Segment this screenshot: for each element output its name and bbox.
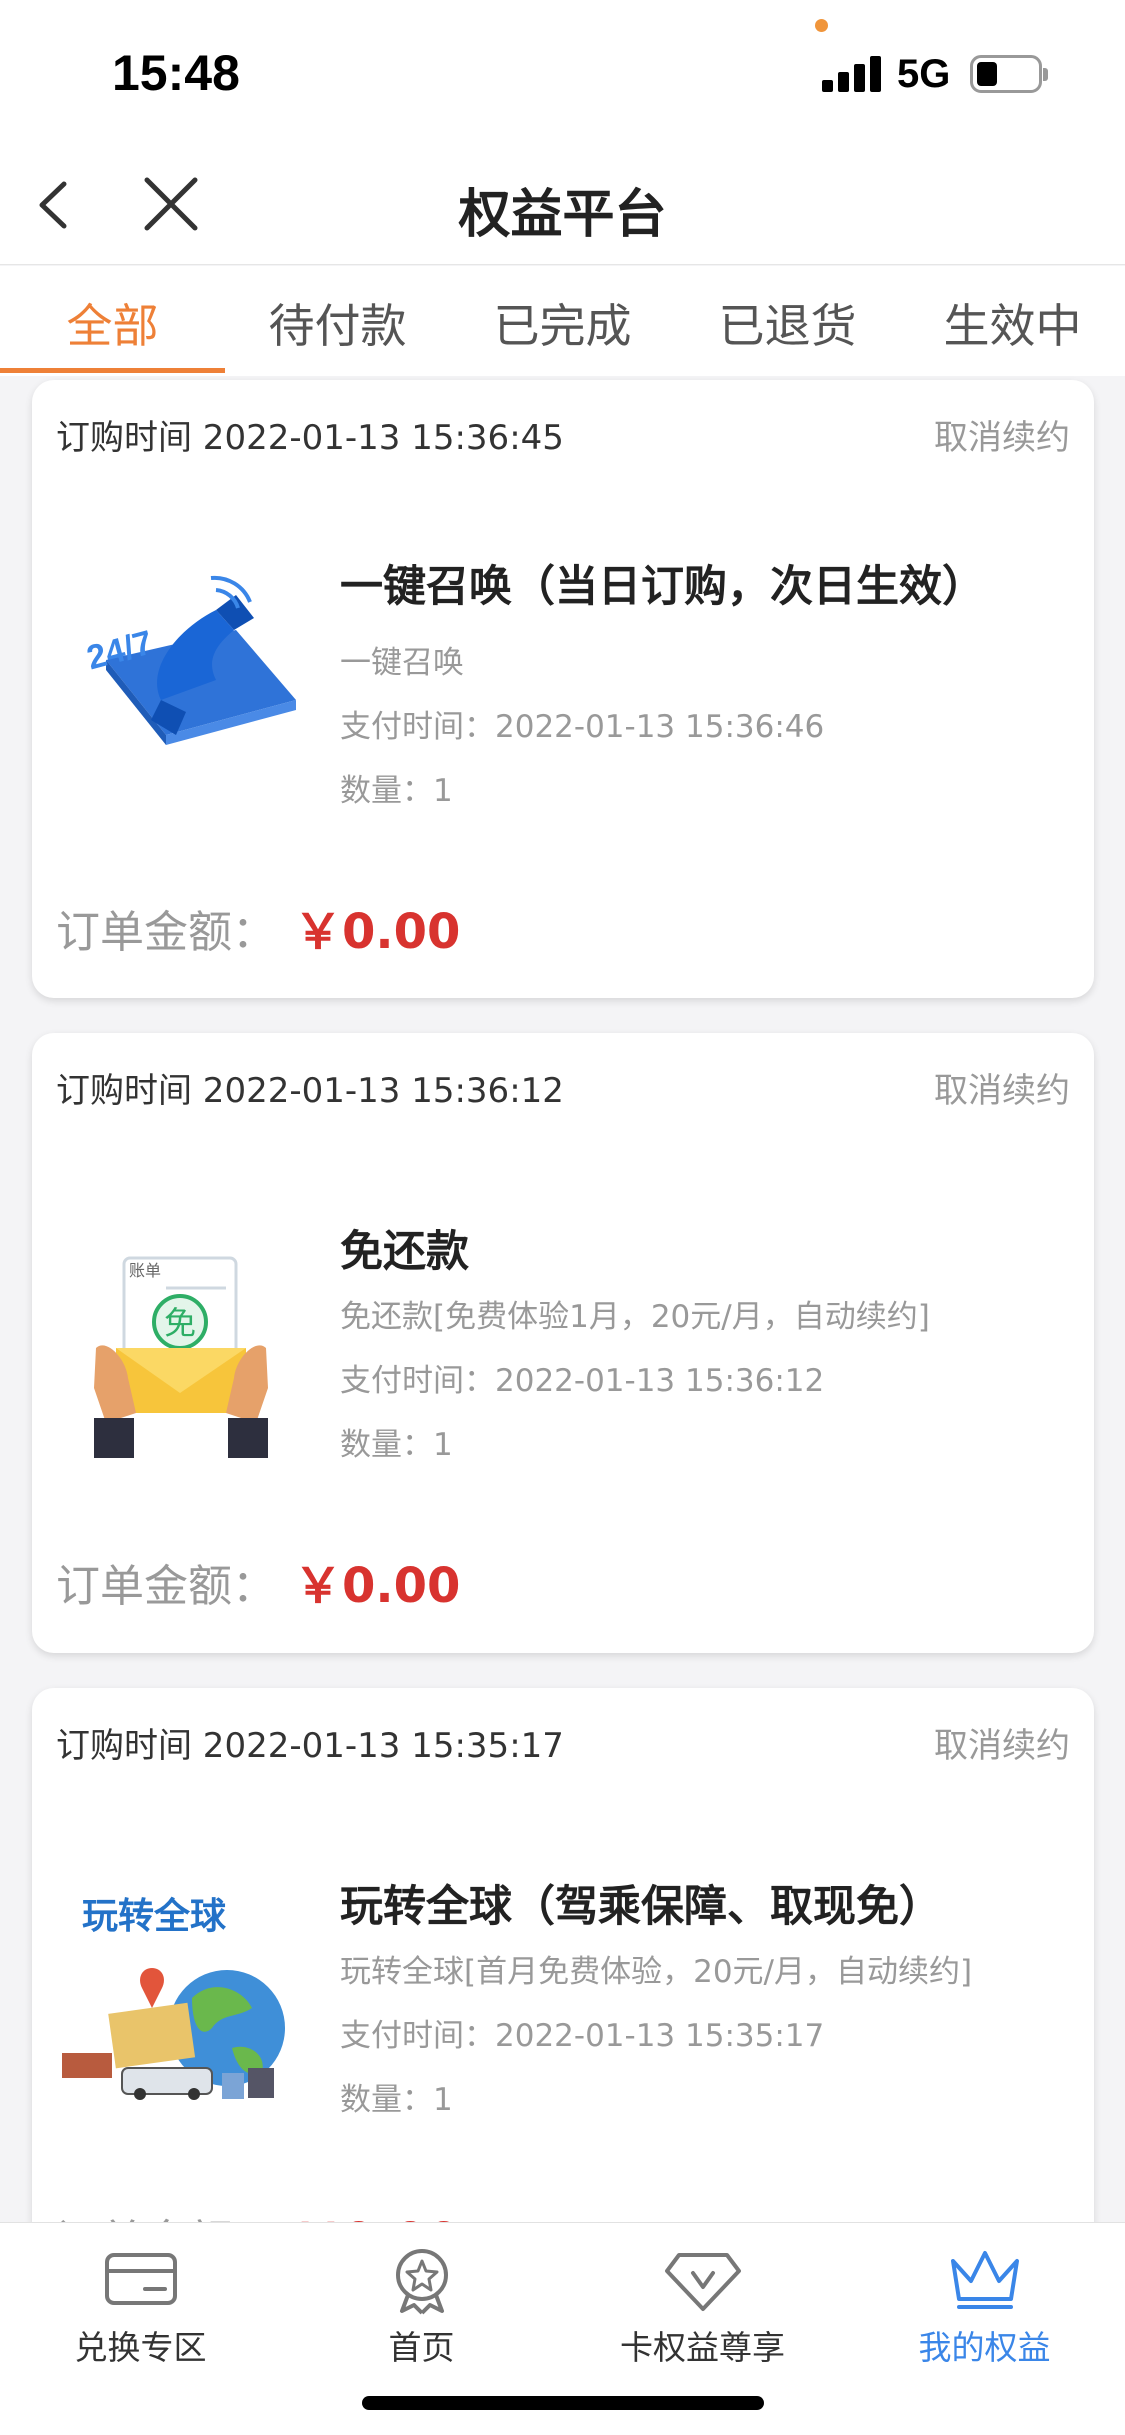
- order-card[interactable]: 订购时间 2022-01-13 15:36:12 取消续约 账单 免 免还款 免…: [32, 1033, 1094, 1653]
- signal-icon: [822, 56, 882, 92]
- page-title: 权益平台: [458, 185, 667, 245]
- payment-time: 支付时间：2022-01-13 15:36:12: [340, 1363, 825, 1399]
- bottom-nav-my-benefits[interactable]: 我的权益: [844, 2243, 1125, 2369]
- active-tab-underline: [0, 368, 225, 373]
- cancel-renewal-link[interactable]: 取消续约: [934, 1718, 1070, 1767]
- diamond-v-icon: [664, 2253, 741, 2311]
- product-title: 免还款: [340, 1227, 469, 1277]
- crown-icon: [950, 2251, 1019, 2309]
- payment-time: 支付时间：2022-01-13 15:35:17: [340, 2018, 825, 2054]
- quantity: 数量：1: [340, 773, 453, 809]
- bottom-nav-home[interactable]: 首页: [281, 2243, 562, 2369]
- battery-icon: [970, 55, 1048, 93]
- bottom-nav-label: 我的权益: [918, 2328, 1051, 2367]
- bottom-nav-card-benefits[interactable]: 卡权益尊享: [562, 2243, 843, 2369]
- home-indicator[interactable]: [362, 2396, 764, 2410]
- network-label: 5G: [897, 52, 951, 96]
- order-status-tabs: 全部 待付款 已完成 已退货 生效中: [0, 266, 1125, 376]
- tab-returned[interactable]: 已退货: [675, 290, 900, 356]
- order-amount-label: 订单金额：: [56, 907, 276, 958]
- order-amount-value: ￥0.00: [294, 1558, 461, 1614]
- bottom-nav-label: 兑换专区: [74, 2328, 207, 2367]
- card-icon: [104, 2253, 177, 2305]
- privacy-indicator-dot: [815, 19, 828, 32]
- product-subtitle: 玩转全球[首月免费体验，20元/月，自动续约]: [340, 1954, 973, 1990]
- order-time: 订购时间 2022-01-13 15:36:12: [56, 1071, 564, 1111]
- cancel-renewal-link[interactable]: 取消续约: [934, 410, 1070, 459]
- order-time: 订购时间 2022-01-13 15:36:45: [56, 418, 564, 458]
- bottom-nav-label: 首页: [388, 2328, 455, 2367]
- quantity: 数量：1: [340, 2082, 453, 2118]
- tab-completed[interactable]: 已完成: [450, 290, 675, 356]
- bill-waiver-image: 账单 免: [94, 1256, 268, 1458]
- phone-call-service-image: 24/7: [83, 575, 296, 745]
- payment-time: 支付时间：2022-01-13 15:36:46: [340, 709, 825, 745]
- product-subtitle: 免还款[免费体验1月，20元/月，自动续约]: [340, 1299, 930, 1335]
- status-time: 15:48: [112, 45, 240, 101]
- tab-pending-payment[interactable]: 待付款: [225, 290, 450, 356]
- order-amount-label: 订单金额：: [56, 1561, 276, 1612]
- quantity: 数量：1: [340, 1427, 453, 1463]
- product-title: 玩转全球（驾乘保障、取现免）: [340, 1882, 942, 1932]
- bottom-nav-exchange[interactable]: 兑换专区: [0, 2243, 281, 2369]
- product-title: 一键召唤（当日订购，次日生效）: [340, 562, 985, 612]
- order-time: 订购时间 2022-01-13 15:35:17: [56, 1726, 564, 1766]
- tab-all[interactable]: 全部: [0, 290, 225, 356]
- navigation-bar: 权益平台: [0, 150, 1125, 265]
- cancel-renewal-link[interactable]: 取消续约: [934, 1063, 1070, 1112]
- order-card[interactable]: 订购时间 2022-01-13 15:36:45 取消续约 24/7 一键召唤（…: [32, 380, 1094, 998]
- product-subtitle: 一键召唤: [340, 645, 464, 681]
- badge-star-icon: [395, 2249, 448, 2315]
- free-stamp-text: 免: [164, 1304, 196, 1342]
- travel-globe-image: 玩转全球: [62, 1895, 285, 2100]
- status-bar: 15:48 5G: [0, 0, 1125, 150]
- bottom-nav-label: 卡权益尊享: [620, 2328, 785, 2367]
- order-amount-value: ￥0.00: [294, 904, 461, 960]
- tab-active[interactable]: 生效中: [900, 290, 1125, 356]
- travel-image-caption: 玩转全球: [82, 1895, 227, 1937]
- bill-tag-text: 账单: [129, 1261, 161, 1280]
